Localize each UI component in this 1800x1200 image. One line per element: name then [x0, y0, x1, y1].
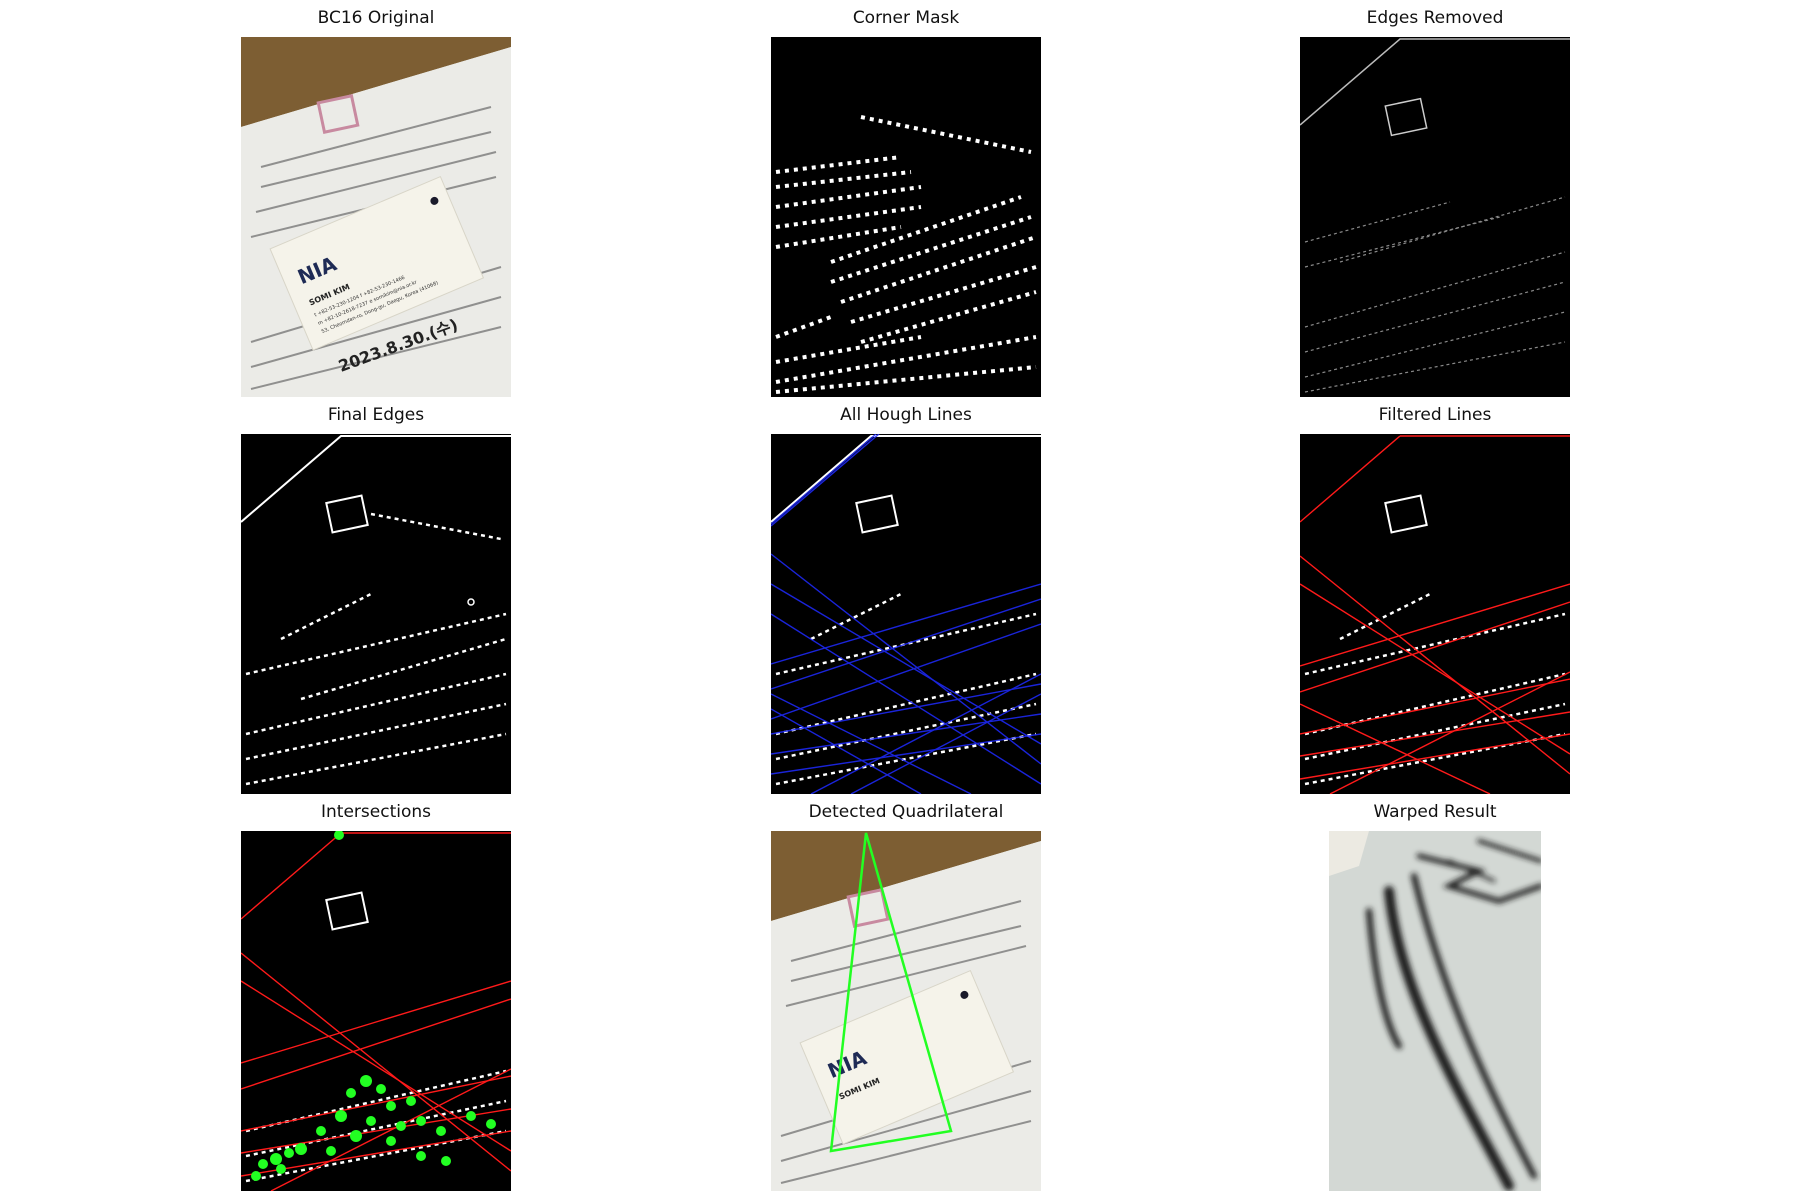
panel-edges-removed: Edges Removed — [1300, 8, 1570, 397]
panel-warped-result: Warped Result — [1329, 802, 1541, 1191]
panel-title: Edges Removed — [1366, 8, 1504, 28]
panel-final-edges: Final Edges — [241, 405, 511, 794]
panel-title: Intersections — [321, 802, 431, 822]
panel-title: Warped Result — [1373, 802, 1497, 822]
panel-hough-lines: All Hough Lines — [771, 405, 1041, 794]
panel-filtered-lines: Filtered Lines — [1300, 405, 1570, 794]
edges-removed-image — [1300, 37, 1570, 397]
panel-title: Final Edges — [327, 405, 425, 425]
original-photo: NIA SOMI KIM t +82-53-230-1204 f +82-53-… — [241, 37, 511, 397]
final-edges-image — [241, 434, 511, 794]
panel-original: BC16 Original NIA SOMI KIM t +82-53-230-… — [241, 8, 511, 397]
warped-result-image — [1329, 831, 1541, 1191]
panel-title: All Hough Lines — [840, 405, 972, 425]
panel-detected-quadrilateral: Detected Quadrilateral NIA SOMI KIM — [771, 802, 1041, 1191]
intersections-image — [241, 831, 511, 1191]
panel-title: Filtered Lines — [1378, 405, 1492, 425]
filtered-lines-image — [1300, 434, 1570, 794]
corner-mask-image — [771, 37, 1041, 397]
panel-title: BC16 Original — [317, 8, 435, 28]
panel-title: Corner Mask — [852, 8, 960, 28]
panel-corner-mask: Corner Mask — [771, 8, 1041, 397]
detected-quad-image: NIA SOMI KIM — [771, 831, 1041, 1191]
panel-title: Detected Quadrilateral — [808, 802, 1004, 822]
hough-lines-image — [771, 434, 1041, 794]
panel-intersections: Intersections — [241, 802, 511, 1191]
